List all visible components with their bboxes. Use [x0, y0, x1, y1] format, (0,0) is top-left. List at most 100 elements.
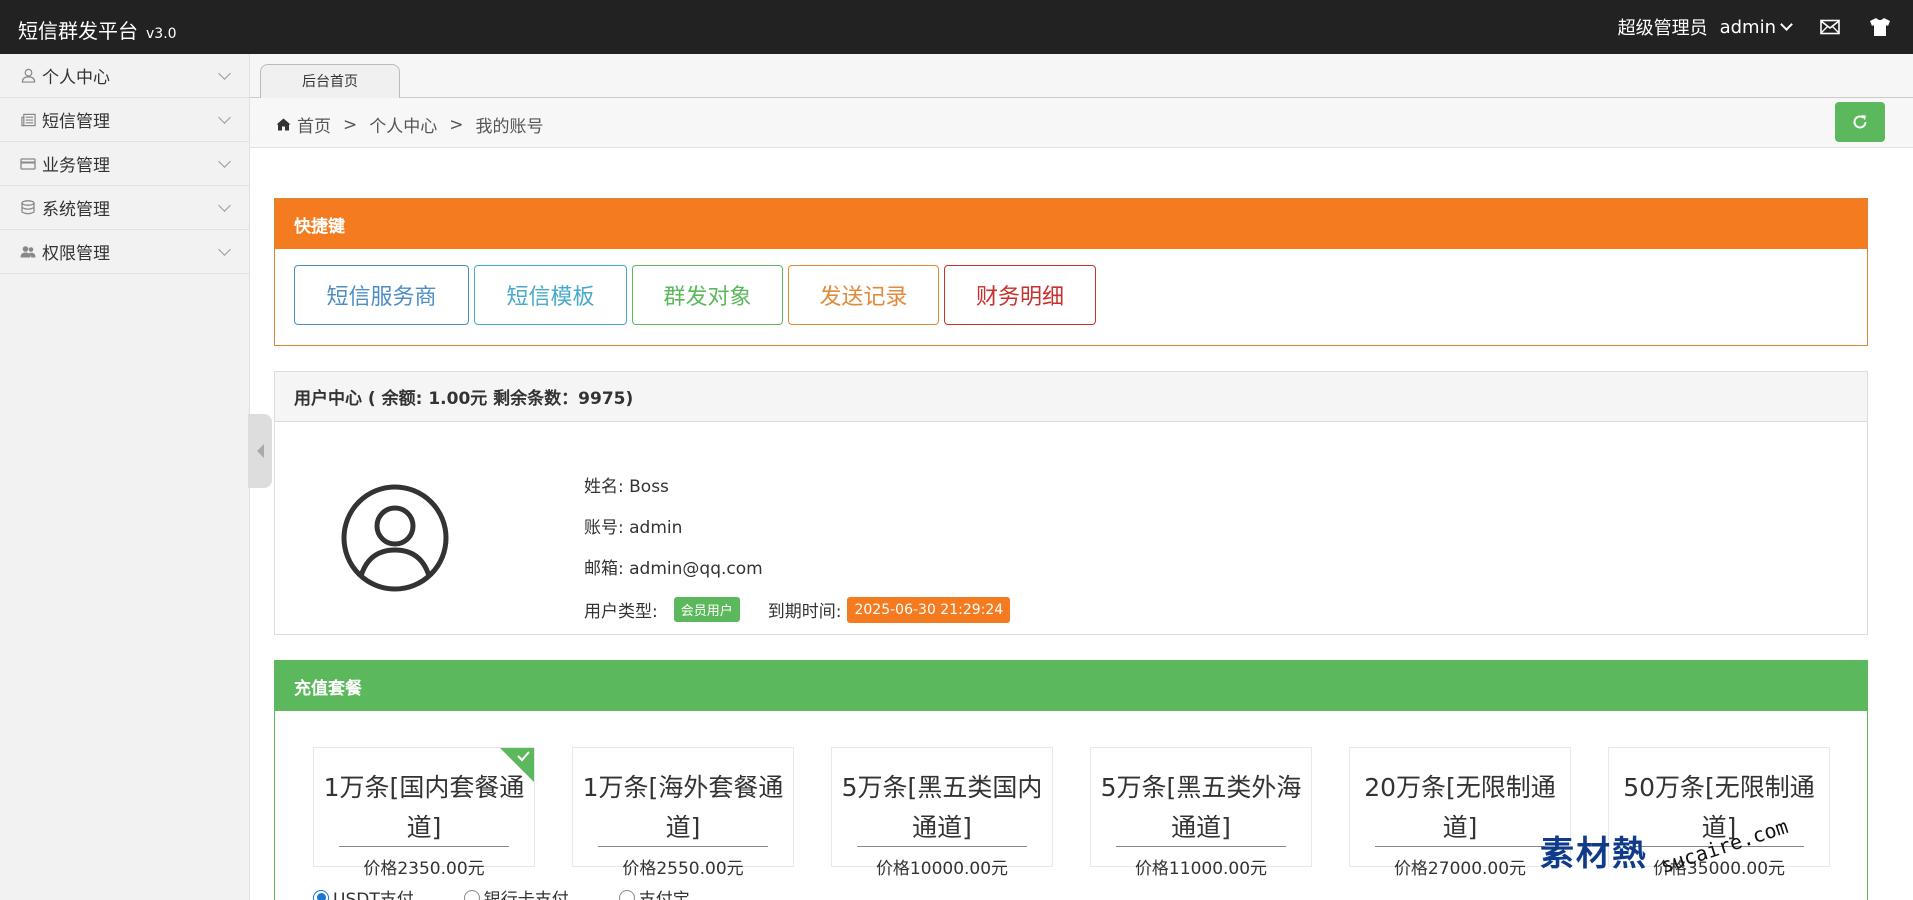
sidebar-item-business[interactable]: 业务管理 — [0, 142, 249, 186]
user-role: 超级管理员 — [1617, 18, 1708, 39]
package-name: 20万条[无限制通道] — [1364, 773, 1556, 842]
sidebar-item-label: 权限管理 — [42, 244, 110, 264]
package-card[interactable]: 1万条[国内套餐通道] 价格2350.00元 — [313, 747, 535, 879]
package-card[interactable]: 5万条[黑五类国内通道] 价格10000.00元 — [831, 747, 1053, 879]
sidebar-collapse-handle[interactable] — [248, 414, 272, 488]
watermark-en: sucaire.com — [1657, 814, 1791, 878]
tab-home[interactable]: 后台首页 — [260, 64, 400, 98]
package-divider — [339, 846, 509, 847]
user-account: 账号: admin — [584, 518, 683, 538]
top-bar: 短信群发平台 v3.0 超级管理员 admin — [0, 0, 1913, 54]
chevron-down-icon — [218, 155, 231, 168]
expire-badge: 2025-06-30 21:29:24 — [847, 596, 1011, 623]
refresh-icon — [1853, 115, 1867, 129]
breadcrumb-separator: > — [343, 114, 358, 135]
package-divider — [1116, 846, 1286, 847]
package-divider — [1375, 846, 1545, 847]
quick-keys-buttons: 短信服务商 短信模板 群发对象 发送记录 财务明细 — [275, 249, 1867, 325]
avatar-icon — [341, 484, 449, 592]
breadcrumb: 首页 > 个人中心 > 我的账号 — [276, 112, 544, 137]
mail-icon[interactable] — [1819, 16, 1841, 38]
recharge-title: 充值套餐 — [275, 661, 1867, 711]
chevron-down-icon — [218, 111, 231, 124]
payment-label: 银行卡支付 — [483, 890, 569, 900]
radio-unchecked[interactable] — [618, 889, 635, 900]
package-price: 价格27000.00元 — [1393, 859, 1527, 879]
sidebar-item-label: 个人中心 — [42, 68, 110, 88]
payment-label: 支付宝 — [638, 890, 690, 900]
sidebar-item-system[interactable]: 系统管理 — [0, 186, 249, 230]
user-type-row: 用户类型: 会员用户 到期时间: 2025-06-30 21:29:24 — [584, 589, 1011, 630]
database-icon — [20, 200, 36, 216]
sidebar-item-label: 系统管理 — [42, 200, 110, 220]
user-center-title: 用户中心 ( 余额: 1.00元 剩余条数：9975) — [275, 372, 1867, 422]
payment-usdt[interactable]: USDT支付 — [313, 885, 414, 900]
app-brand[interactable]: 短信群发平台 v3.0 — [18, 15, 177, 44]
package-name: 1万条[海外套餐通道] — [582, 773, 784, 842]
package-card[interactable]: 1万条[海外套餐通道] 价格2550.00元 — [572, 747, 794, 879]
user-email: 邮箱: admin@qq.com — [584, 559, 763, 579]
radio-checked[interactable] — [313, 889, 329, 900]
breadcrumb-home[interactable]: 首页 — [297, 112, 331, 137]
package-price: 价格11000.00元 — [1134, 859, 1268, 879]
user-info: 姓名: Boss 账号: admin 邮箱: admin@qq.com 用户类型… — [584, 464, 1011, 630]
sidebar-item-personal[interactable]: 个人中心 — [0, 54, 249, 98]
payment-label: USDT支付 — [333, 890, 414, 900]
watermark-cn: 素材熱 — [1540, 834, 1648, 874]
users-icon — [20, 244, 36, 260]
package-divider — [857, 846, 1027, 847]
package-card[interactable]: 5万条[黑五类外海通道] 价格11000.00元 — [1090, 747, 1312, 879]
sidebar: 个人中心 短信管理 业务管理 系统管理 权限管理 — [0, 54, 250, 900]
package-divider — [598, 846, 768, 847]
sidebar-item-sms[interactable]: 短信管理 — [0, 98, 249, 142]
package-card[interactable]: 20万条[无限制通道] 价格27000.00元 — [1349, 747, 1571, 879]
tab-strip: 后台首页 — [250, 54, 1913, 98]
group-target-button[interactable]: 群发对象 — [632, 265, 783, 325]
sidebar-item-label: 业务管理 — [42, 156, 110, 176]
shirt-icon[interactable] — [1869, 16, 1891, 38]
chevron-left-icon — [256, 444, 264, 458]
sidebar-item-label: 短信管理 — [42, 112, 110, 132]
breadcrumb-current: 我的账号 — [475, 117, 544, 137]
chevron-down-icon — [218, 243, 231, 256]
package-name: 5万条[黑五类国内通道] — [841, 773, 1043, 842]
home-icon — [276, 118, 291, 131]
quick-keys-panel: 快捷键 短信服务商 短信模板 群发对象 发送记录 财务明细 — [274, 198, 1868, 346]
package-price: 价格10000.00元 — [875, 859, 1009, 879]
breadcrumb-separator: > — [449, 114, 464, 135]
credit-card-icon — [20, 156, 36, 172]
chevron-down-icon — [218, 199, 231, 212]
package-name: 5万条[黑五类外海通道] — [1100, 773, 1302, 842]
user-name: 姓名: Boss — [584, 477, 669, 497]
breadcrumb-bar: 首页 > 个人中心 > 我的账号 — [250, 98, 1913, 148]
expire-label: 到期时间: — [767, 602, 842, 622]
top-right-area: 超级管理员 admin — [1618, 14, 1891, 40]
chevron-down-icon — [218, 67, 231, 80]
username: admin — [1719, 16, 1776, 38]
newspaper-icon — [20, 112, 36, 128]
user-icon — [20, 68, 36, 84]
watermark-logo: 素材熱 sucaire.com — [1540, 812, 1791, 900]
sms-provider-button[interactable]: 短信服务商 — [294, 265, 469, 325]
user-type-badge: 会员用户 — [673, 597, 740, 622]
radio-unchecked[interactable] — [463, 889, 480, 900]
payment-options: USDT支付 银行卡支付 支付宝 — [313, 885, 740, 900]
user-center-panel: 用户中心 ( 余额: 1.00元 剩余条数：9975) 姓名: Boss 账号:… — [274, 371, 1868, 635]
app-version: v3.0 — [146, 26, 177, 42]
user-menu[interactable]: admin — [1719, 16, 1793, 38]
finance-detail-button[interactable]: 财务明细 — [944, 265, 1096, 325]
payment-alipay[interactable]: 支付宝 — [618, 885, 690, 900]
package-price: 价格2350.00元 — [363, 859, 485, 879]
sms-template-button[interactable]: 短信模板 — [474, 265, 627, 325]
sidebar-item-permission[interactable]: 权限管理 — [0, 230, 249, 274]
chevron-down-icon — [1780, 17, 1793, 31]
quick-keys-title: 快捷键 — [275, 199, 1867, 249]
selected-check-icon — [500, 748, 534, 782]
payment-bank-card[interactable]: 银行卡支付 — [463, 885, 569, 900]
app-title: 短信群发平台 — [18, 19, 138, 43]
package-price: 价格2550.00元 — [622, 859, 744, 879]
refresh-button[interactable] — [1835, 102, 1885, 142]
user-type-label: 用户类型: — [584, 602, 658, 622]
breadcrumb-personal[interactable]: 个人中心 — [369, 112, 437, 137]
send-record-button[interactable]: 发送记录 — [788, 265, 939, 325]
